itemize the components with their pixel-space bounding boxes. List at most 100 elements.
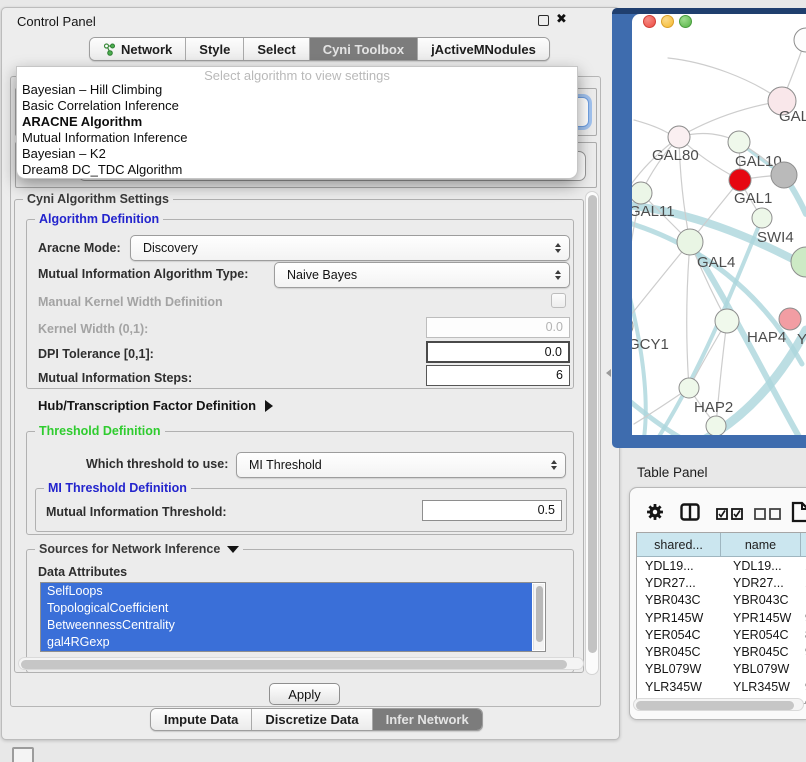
attributes-list-scrollbar-thumb[interactable]	[536, 586, 543, 642]
tab-impute-data-label: Impute Data	[164, 712, 238, 727]
table-hscrollbar[interactable]	[633, 698, 804, 711]
dpi-tolerance-field[interactable]: 0.0	[426, 341, 570, 363]
attributes-list-scrollbar[interactable]	[533, 584, 544, 650]
tab-network[interactable]: Network	[90, 38, 186, 60]
network-tab-icon	[103, 43, 116, 56]
network-node[interactable]	[779, 308, 801, 330]
menu-item-dream8[interactable]: Dream8 DC_TDC Algorithm	[17, 162, 577, 178]
menu-item-mutual-information[interactable]: Mutual Information Inference	[17, 130, 577, 146]
column-header-partial[interactable]	[801, 533, 806, 557]
kernel-width-label: Kernel Width (0,1):	[38, 322, 148, 336]
new-table-icon[interactable]	[791, 501, 806, 528]
apply-button[interactable]: Apply	[269, 683, 340, 705]
list-item-betweennesscentrality[interactable]: BetweennessCentrality	[41, 617, 532, 634]
list-item-topologicalcoefficient[interactable]: TopologicalCoefficient	[41, 600, 532, 617]
mi-steps-field[interactable]: 6	[426, 365, 570, 386]
stepper-arrows-icon	[555, 243, 561, 253]
settings-hscrollbar-thumb[interactable]	[21, 660, 567, 669]
menu-item-bayesian-k2[interactable]: Bayesian – K2	[17, 146, 577, 162]
table-panel-card: shared... name YDL19...YDL19...13YDR27..…	[629, 487, 806, 720]
network-edge[interactable]	[634, 120, 668, 133]
settings-hscrollbar[interactable]	[18, 657, 584, 670]
hub-transcription-label: Hub/Transcription Factor Definition	[38, 398, 256, 413]
tab-network-label: Network	[121, 42, 172, 57]
table-cell: YBR043C	[637, 593, 721, 607]
menu-item-aracne[interactable]: ARACNE Algorithm	[17, 114, 577, 130]
network-edge[interactable]	[679, 101, 782, 137]
which-threshold-combobox[interactable]: MI Threshold	[236, 452, 566, 478]
list-item-selfloops[interactable]: SelfLoops	[41, 583, 532, 600]
network-node[interactable]	[728, 131, 750, 153]
stepper-arrows-icon	[551, 460, 557, 470]
float-window-icon[interactable]	[538, 15, 549, 26]
table-cell: YBR043C	[721, 593, 801, 607]
which-threshold-value: MI Threshold	[249, 458, 322, 472]
table-row[interactable]: YPR145WYPR145W9.	[637, 609, 806, 626]
table-row[interactable]: YDL19...YDL19...13	[637, 557, 806, 574]
panel-divider-handle[interactable]	[606, 369, 611, 377]
settings-scrollbar-thumb[interactable]	[588, 195, 597, 653]
table-row[interactable]: YBL079WYBL079W	[637, 661, 806, 678]
expand-right-icon	[265, 400, 273, 412]
mutual-information-threshold-field[interactable]: 0.5	[422, 500, 562, 521]
settings-gear-icon[interactable]	[646, 503, 664, 526]
network-node[interactable]	[632, 182, 652, 204]
tab-impute-data[interactable]: Impute Data	[151, 709, 252, 730]
table-row[interactable]: YLR345WYLR345W9.	[637, 678, 806, 695]
tab-jactivemnodules[interactable]: jActiveMNodules	[418, 38, 549, 60]
tab-discretize-data[interactable]: Discretize Data	[252, 709, 372, 730]
network-edge[interactable]	[687, 242, 690, 388]
network-edge[interactable]	[632, 242, 690, 326]
table-row[interactable]: YBR043CYBR043C	[637, 592, 806, 609]
tab-cyni-toolbox-label: Cyni Toolbox	[323, 42, 404, 57]
kernel-width-field[interactable]: 0.0	[426, 317, 570, 338]
network-node-label: GAL1	[734, 190, 772, 207]
close-icon[interactable]: ✖	[556, 11, 567, 27]
table-cell: YPR145W	[637, 611, 721, 625]
column-header-shared-name[interactable]: shared...	[637, 533, 721, 557]
split-columns-icon[interactable]	[680, 503, 700, 526]
network-edge[interactable]	[668, 58, 782, 101]
mi-algorithm-type-value: Naive Bayes	[287, 268, 357, 282]
deselect-all-checkboxes-icon[interactable]	[754, 507, 781, 525]
network-node[interactable]	[715, 309, 739, 333]
tab-style-label: Style	[199, 42, 230, 57]
table-row[interactable]: YDR27...YDR27...12	[637, 574, 806, 591]
network-node[interactable]	[771, 162, 797, 188]
tab-cyni-toolbox[interactable]: Cyni Toolbox	[310, 38, 418, 60]
network-node[interactable]	[706, 416, 726, 435]
tab-select[interactable]: Select	[244, 38, 309, 60]
network-node[interactable]	[677, 229, 703, 255]
table-row[interactable]: YER054CYER054C8.	[637, 626, 806, 643]
tab-jactivemnodules-label: jActiveMNodules	[431, 42, 536, 57]
tab-infer-network[interactable]: Infer Network	[373, 709, 482, 730]
table-hscrollbar-thumb[interactable]	[636, 701, 794, 710]
table-cell: YLR345W	[637, 680, 721, 694]
table-body: YDL19...YDL19...13YDR27...YDR27...12YBR0…	[637, 557, 806, 703]
popup-item-list: Bayesian – Hill Climbing Basic Correlati…	[17, 82, 577, 178]
sources-group-title[interactable]: Sources for Network Inference	[35, 542, 243, 556]
network-node[interactable]	[794, 28, 806, 52]
hub-transcription-section-toggle[interactable]: Hub/Transcription Factor Definition	[38, 398, 273, 413]
network-node[interactable]	[729, 169, 751, 191]
mi-steps-label: Mutual Information Steps:	[38, 371, 192, 385]
column-header-name[interactable]: name	[721, 533, 801, 557]
network-node[interactable]	[668, 126, 690, 148]
table-cell: 12	[801, 576, 806, 590]
menu-item-basic-correlation[interactable]: Basic Correlation Inference	[17, 98, 577, 114]
network-node[interactable]	[791, 247, 806, 277]
select-all-checkboxes-icon[interactable]	[716, 507, 743, 525]
network-node[interactable]	[679, 378, 699, 398]
settings-scrollbar[interactable]	[585, 191, 599, 675]
table-row[interactable]: YBR045CYBR045C9.	[637, 643, 806, 660]
manual-kernel-width-checkbox[interactable]	[551, 293, 566, 308]
list-item-gal4rgexp[interactable]: gal4RGexp	[41, 634, 532, 651]
aracne-mode-combobox[interactable]: Discovery	[130, 235, 570, 261]
table-cell: YBR045C	[721, 645, 801, 659]
data-attributes-list[interactable]: SelfLoops TopologicalCoefficient Between…	[40, 582, 546, 652]
mi-algorithm-type-combobox[interactable]: Naive Bayes	[274, 262, 570, 288]
tab-style[interactable]: Style	[186, 38, 244, 60]
network-node[interactable]	[752, 208, 772, 228]
minimized-panel-icon[interactable]	[12, 747, 34, 762]
menu-item-bayesian-hill-climbing[interactable]: Bayesian – Hill Climbing	[17, 82, 577, 98]
